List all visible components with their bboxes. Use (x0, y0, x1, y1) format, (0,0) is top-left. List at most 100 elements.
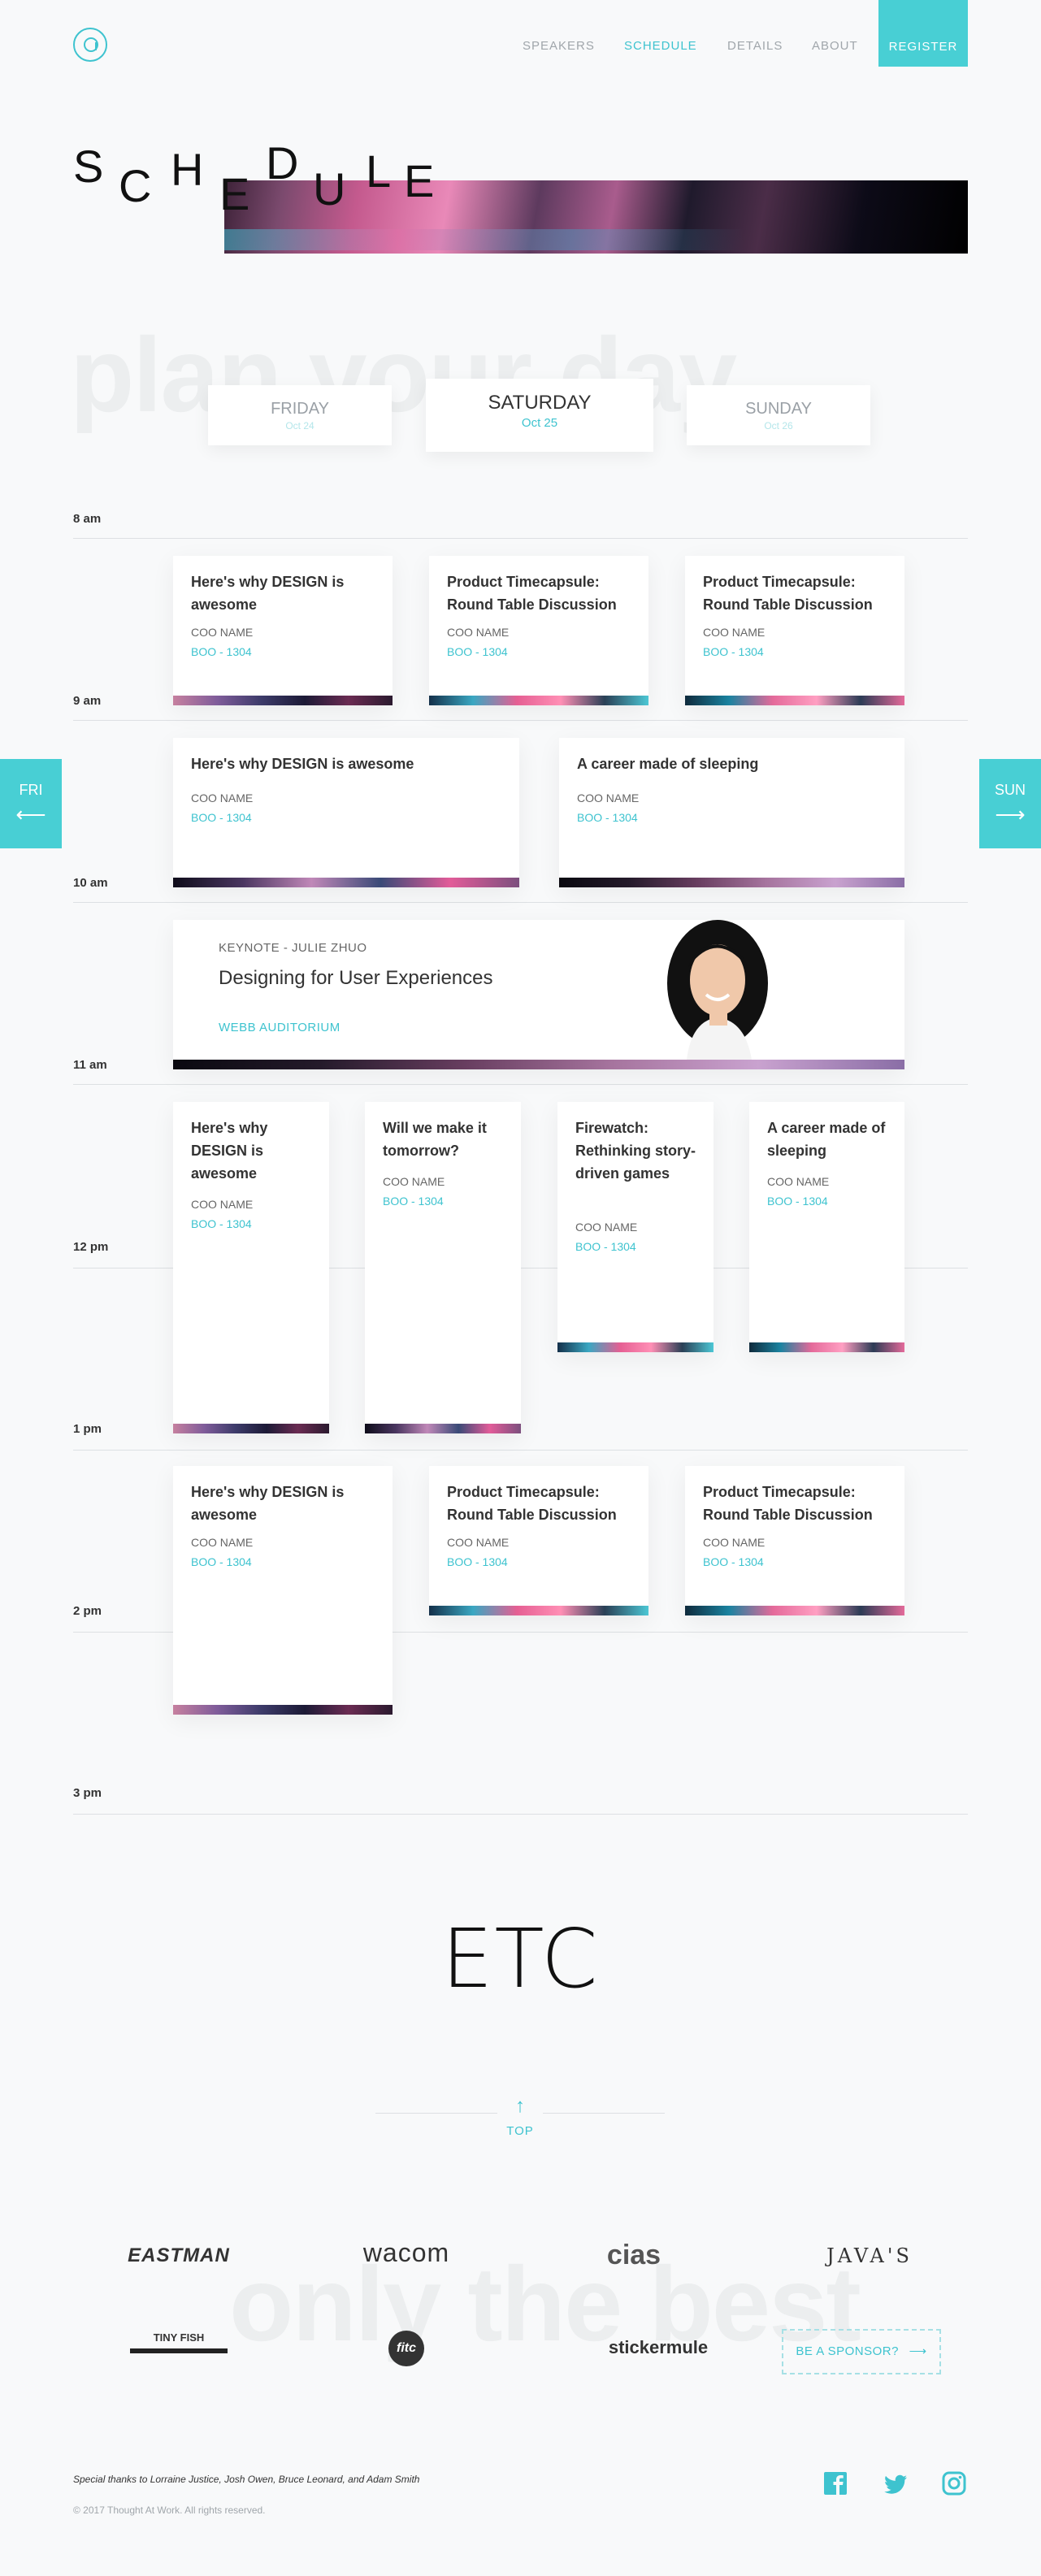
tab-friday[interactable]: FRIDAY Oct 24 (208, 385, 392, 445)
arrow-right-icon: ⟶ (909, 2344, 927, 2358)
session-room: BOO - 1304 (191, 645, 252, 658)
credits-text: Special thanks to Lorraine Justice, Josh… (73, 2474, 420, 2485)
be-a-sponsor-label: BE A SPONSOR? (796, 2344, 899, 2358)
session-room: BOO - 1304 (447, 1555, 508, 1568)
card-accent-band (429, 696, 648, 705)
time-divider (73, 538, 968, 539)
prev-day-label: FRI (19, 782, 43, 798)
session-company: COO NAME (577, 791, 640, 804)
tab-saturday[interactable]: SATURDAY Oct 25 (426, 379, 653, 452)
prev-day-button[interactable]: FRI ⟵ (0, 759, 62, 848)
session-company: COO NAME (703, 626, 766, 639)
session-title: Firewatch: Rethinking story-driven games (575, 1120, 696, 1182)
session-card[interactable]: Product Timecapsule: Round Table Discuss… (429, 556, 648, 705)
session-card[interactable]: A career made of sleeping COO NAME BOO -… (749, 1102, 904, 1352)
card-accent-band (173, 878, 519, 887)
register-button[interactable]: REGISTER (878, 0, 968, 67)
divider-line (375, 2113, 497, 2114)
card-accent-band (749, 1342, 904, 1352)
session-card[interactable]: Here's why DESIGN is awesome COO NAME BO… (173, 1102, 329, 1433)
session-card[interactable]: Product Timecapsule: Round Table Discuss… (685, 556, 904, 705)
session-room: BOO - 1304 (577, 811, 638, 824)
session-card[interactable]: Product Timecapsule: Round Table Discuss… (429, 1466, 648, 1615)
session-room: BOO - 1304 (703, 1555, 764, 1568)
back-to-top-link[interactable]: TOP (496, 2124, 544, 2138)
sponsor-logo-fitc[interactable]: fitc (388, 2331, 424, 2366)
facebook-icon[interactable] (822, 2470, 848, 2496)
card-accent-band (429, 1606, 648, 1615)
arrow-up-icon[interactable]: ↑ (509, 2097, 531, 2116)
session-company: COO NAME (575, 1221, 638, 1234)
divider-line (543, 2113, 665, 2114)
session-title: Here's why DESIGN is awesome (191, 574, 345, 613)
session-company: COO NAME (191, 626, 254, 639)
sponsor-logo-javas[interactable]: JAVA'S (788, 2244, 951, 2267)
session-company: COO NAME (447, 1536, 510, 1549)
time-divider (73, 1450, 968, 1451)
sponsor-logo-tinyfish[interactable]: TINY FISH (130, 2331, 228, 2353)
next-day-button[interactable]: SUN ⟶ (979, 759, 1041, 848)
nav-about[interactable]: ABOUT (812, 39, 858, 53)
time-divider (73, 1814, 968, 1815)
keynote-card[interactable]: KEYNOTE - JULIE ZHUO Designing for User … (173, 920, 904, 1069)
card-accent-band (559, 878, 904, 887)
tab-sunday[interactable]: SUNDAY Oct 26 (687, 385, 870, 445)
keynote-room[interactable]: WEBB AUDITORIUM (219, 1021, 340, 1034)
day-date: Oct 25 (521, 416, 558, 430)
session-title: Product Timecapsule: Round Table Discuss… (447, 1484, 617, 1523)
arrow-right-icon: ⟶ (995, 802, 1026, 826)
day-name: SATURDAY (488, 392, 592, 414)
time-label: 10 am (73, 876, 108, 890)
time-label: 1 pm (73, 1422, 102, 1436)
card-accent-band (557, 1342, 714, 1352)
session-company: COO NAME (447, 626, 510, 639)
session-card[interactable]: Product Timecapsule: Round Table Discuss… (685, 1466, 904, 1615)
session-card[interactable]: Here's why DESIGN is awesome COO NAME BO… (173, 556, 393, 705)
sponsor-logo-wacom[interactable]: wacom (333, 2238, 479, 2268)
session-title: Here's why DESIGN is awesome (191, 1484, 345, 1523)
session-company: COO NAME (767, 1175, 830, 1188)
instagram-icon[interactable] (941, 2470, 967, 2496)
nav-schedule[interactable]: SCHEDULE (624, 39, 697, 53)
session-card[interactable]: A career made of sleeping COO NAME BOO -… (559, 738, 904, 887)
card-accent-band (365, 1424, 521, 1433)
session-title: Product Timecapsule: Round Table Discuss… (447, 574, 617, 613)
sponsor-logo-stickermule[interactable]: stickermule (569, 2337, 748, 2358)
keynote-title: Designing for User Experiences (219, 967, 493, 989)
speaker-photo (667, 920, 768, 1060)
card-accent-band (173, 696, 393, 705)
sponsor-logo-eastman[interactable]: EASTMAN (106, 2244, 252, 2267)
next-day-label: SUN (994, 782, 1026, 798)
sponsor-logo-cias[interactable]: cias (561, 2240, 707, 2271)
session-title: Product Timecapsule: Round Table Discuss… (703, 574, 873, 613)
be-a-sponsor-button[interactable]: BE A SPONSOR? ⟶ (782, 2329, 941, 2374)
keynote-label: KEYNOTE - JULIE ZHUO (219, 941, 367, 955)
nav-details[interactable]: DETAILS (727, 39, 783, 53)
session-room: BOO - 1304 (447, 645, 508, 658)
session-company: COO NAME (191, 1536, 254, 1549)
session-title: Will we make it tomorrow? (383, 1120, 487, 1159)
card-accent-band (173, 1705, 393, 1715)
day-name: FRIDAY (271, 400, 329, 418)
hero-letter: E (404, 155, 435, 206)
nav-speakers[interactable]: SPEAKERS (523, 39, 595, 53)
session-title: Here's why DESIGN is awesome (191, 756, 414, 772)
session-card[interactable]: Here's why DESIGN is awesome COO NAME BO… (173, 1466, 393, 1715)
session-room: BOO - 1304 (703, 645, 764, 658)
session-card[interactable]: Firewatch: Rethinking story-driven games… (557, 1102, 714, 1352)
twitter-icon[interactable] (883, 2470, 909, 2496)
time-divider (73, 720, 968, 721)
hero-letter: D (266, 137, 299, 189)
time-label: 11 am (73, 1058, 107, 1072)
card-accent-band (173, 1424, 329, 1433)
session-card[interactable]: Here's why DESIGN is awesome COO NAME BO… (173, 738, 519, 887)
session-company: COO NAME (191, 791, 254, 804)
logo-icon[interactable] (73, 28, 107, 62)
hero-letter: U (313, 163, 346, 215)
etc-heading: ETC (441, 1911, 600, 2006)
card-accent-band (685, 696, 904, 705)
session-company: COO NAME (703, 1536, 766, 1549)
time-divider (73, 1084, 968, 1085)
session-card[interactable]: Will we make it tomorrow? COO NAME BOO -… (365, 1102, 521, 1433)
ghost-heading: only the best (229, 2244, 861, 2363)
